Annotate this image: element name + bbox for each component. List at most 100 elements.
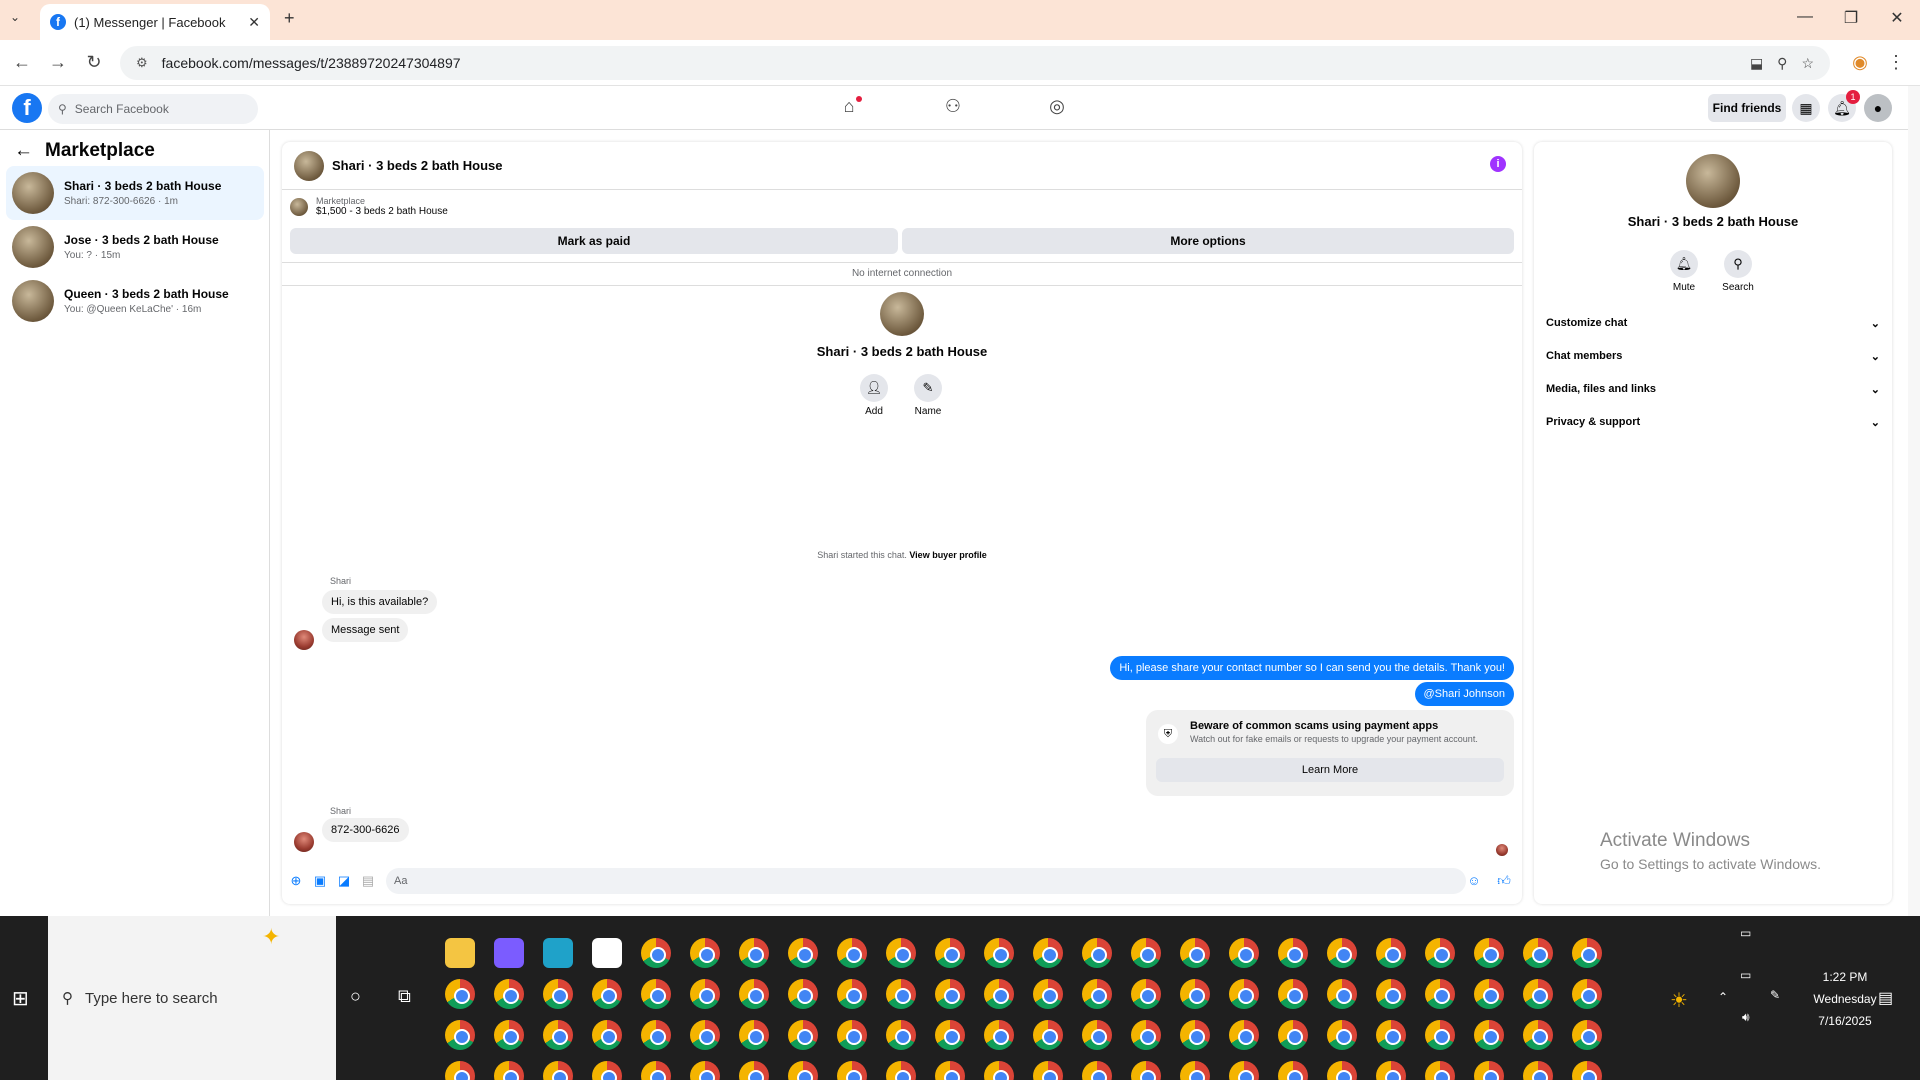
chrome-app-icon[interactable]: [1523, 938, 1553, 968]
chrome-app-icon[interactable]: [1082, 979, 1112, 1009]
mute-button[interactable]: 🔔︎ Mute: [1664, 250, 1704, 293]
chrome-app-icon[interactable]: [1082, 938, 1112, 968]
message-incoming[interactable]: Hi, is this available?: [322, 590, 438, 614]
url-bar[interactable]: ⚙ facebook.com/messages/t/23889720247304…: [120, 46, 1830, 80]
zoom-icon[interactable]: ⚲: [1777, 55, 1787, 72]
new-tab-button[interactable]: +: [284, 8, 295, 29]
chrome-app-icon[interactable]: [1425, 1020, 1455, 1050]
chrome-app-icon[interactable]: [837, 979, 867, 1009]
chrome-app-icon[interactable]: [886, 1020, 916, 1050]
groups-icon[interactable]: ◎: [1042, 96, 1072, 120]
chrome-app-icon[interactable]: [1474, 1020, 1504, 1050]
chrome-app-icon[interactable]: [543, 1020, 573, 1050]
media-files-links-row[interactable]: Media, files and links ⌄: [1544, 376, 1882, 402]
back-arrow-icon[interactable]: ←: [14, 140, 33, 162]
chrome-app-icon[interactable]: [592, 1061, 622, 1080]
chrome-app-icon[interactable]: [1327, 979, 1357, 1009]
chrome-app-icon[interactable]: [1082, 1020, 1112, 1050]
friends-icon[interactable]: ⚇: [938, 96, 968, 120]
minimize-icon[interactable]: —: [1790, 8, 1820, 26]
tab-search-icon[interactable]: ⌄: [10, 10, 20, 24]
chrome-app-icon[interactable]: [1229, 1061, 1259, 1080]
chrome-app-icon[interactable]: [1327, 1020, 1357, 1050]
message-outgoing[interactable]: @Shari Johnson: [1414, 682, 1514, 706]
account-avatar[interactable]: ●: [1864, 94, 1892, 122]
chrome-app-icon[interactable]: [984, 1020, 1014, 1050]
home-icon[interactable]: ⌂: [834, 96, 864, 120]
learn-more-button[interactable]: Learn More: [1156, 758, 1504, 782]
notifications-bell-icon[interactable]: 🔔︎ 1: [1828, 90, 1860, 122]
chrome-app-icon[interactable]: [935, 1020, 965, 1050]
file-explorer-icon[interactable]: [445, 938, 475, 968]
chrome-app-icon[interactable]: [1572, 938, 1602, 968]
chrome-app-icon[interactable]: [1376, 938, 1406, 968]
chrome-app-icon[interactable]: [1229, 938, 1259, 968]
notification-center-icon[interactable]: ▤: [1878, 988, 1893, 1008]
chrome-app-icon[interactable]: [1376, 1061, 1406, 1080]
chrome-app-icon[interactable]: [1376, 1020, 1406, 1050]
chrome-app-icon[interactable]: [1082, 1061, 1112, 1080]
page-scrollbar[interactable]: [1908, 86, 1920, 916]
chrome-app-icon[interactable]: [1523, 1020, 1553, 1050]
sticker-icon[interactable]: ◪: [336, 873, 352, 889]
weather-icon[interactable]: ☀: [1670, 988, 1688, 1013]
chrome-app-icon[interactable]: [1229, 1020, 1259, 1050]
chrome-app-icon[interactable]: [1474, 979, 1504, 1009]
message-incoming[interactable]: Message sent: [322, 618, 409, 642]
forward-icon[interactable]: →: [46, 52, 70, 73]
menu-grid-icon[interactable]: ▦: [1792, 94, 1820, 122]
chrome-app-icon[interactable]: [1180, 1061, 1210, 1080]
chrome-app-icon[interactable]: [1033, 979, 1063, 1009]
conversation-item[interactable]: Jose · 3 beds 2 bath House You: ? · 15m: [6, 220, 264, 274]
tray-icon[interactable]: ▭: [1740, 926, 1751, 940]
chrome-app-icon[interactable]: [1278, 1020, 1308, 1050]
tab-close-icon[interactable]: ✕: [248, 14, 260, 31]
message-outgoing[interactable]: Hi, please share your contact number so …: [1110, 656, 1514, 680]
chrome-app-icon[interactable]: [935, 938, 965, 968]
chrome-app-icon[interactable]: [641, 1020, 671, 1050]
chrome-app-icon[interactable]: [690, 979, 720, 1009]
chrome-app-icon[interactable]: [1376, 979, 1406, 1009]
browser-tab[interactable]: f (1) Messenger | Facebook ✕: [40, 4, 270, 40]
install-icon[interactable]: ⬓: [1750, 55, 1763, 72]
chrome-app-icon[interactable]: [739, 979, 769, 1009]
chrome-app-icon[interactable]: [1474, 1061, 1504, 1080]
chrome-app-icon[interactable]: [886, 938, 916, 968]
chrome-app-icon[interactable]: [1523, 1061, 1553, 1080]
chrome-app-icon[interactable]: [690, 938, 720, 968]
facebook-logo-icon[interactable]: f: [12, 93, 42, 123]
chrome-app-icon[interactable]: [641, 979, 671, 1009]
chrome-app-icon[interactable]: [445, 1020, 475, 1050]
display-icon[interactable]: ▭: [1740, 968, 1751, 982]
chrome-app-icon[interactable]: [494, 1020, 524, 1050]
chrome-app-icon[interactable]: [837, 938, 867, 968]
chrome-app-icon[interactable]: [837, 1020, 867, 1050]
chrome-app-icon[interactable]: [984, 938, 1014, 968]
more-options-button[interactable]: More options: [902, 228, 1514, 254]
chrome-app-icon[interactable]: [690, 1061, 720, 1080]
chrome-app-icon[interactable]: [886, 1061, 916, 1080]
profile-avatar[interactable]: [1686, 154, 1740, 208]
chrome-app-icon[interactable]: [886, 979, 916, 1009]
chat-header-avatar[interactable]: [294, 150, 324, 181]
copilot-sparkle-icon[interactable]: ✦: [262, 924, 280, 950]
thumbs-up-icon[interactable]: 👍︎: [1496, 873, 1512, 889]
message-input[interactable]: Aa: [386, 868, 1466, 894]
reload-icon[interactable]: ↻: [82, 52, 106, 73]
chrome-app-icon[interactable]: [1131, 1020, 1161, 1050]
chrome-app-icon[interactable]: [788, 1020, 818, 1050]
profile-icon[interactable]: ◉: [1848, 52, 1872, 73]
chrome-app-icon[interactable]: [1425, 938, 1455, 968]
chrome-app-icon[interactable]: [788, 938, 818, 968]
copilot-icon[interactable]: [494, 938, 524, 968]
facebook-search-input[interactable]: ⚲ Search Facebook: [48, 94, 258, 124]
chrome-app-icon[interactable]: [592, 979, 622, 1009]
chrome-app-icon[interactable]: [592, 1020, 622, 1050]
chrome-app-icon[interactable]: [445, 1061, 475, 1080]
taskbar-search-input[interactable]: ⚲ Type here to search: [48, 916, 336, 1080]
chrome-app-icon[interactable]: [1131, 979, 1161, 1009]
cortana-icon[interactable]: ○: [350, 986, 361, 1007]
emoji-icon[interactable]: ☺: [1466, 873, 1482, 889]
name-button[interactable]: ✎ Name: [898, 374, 958, 417]
chrome-app-icon[interactable]: [788, 979, 818, 1009]
